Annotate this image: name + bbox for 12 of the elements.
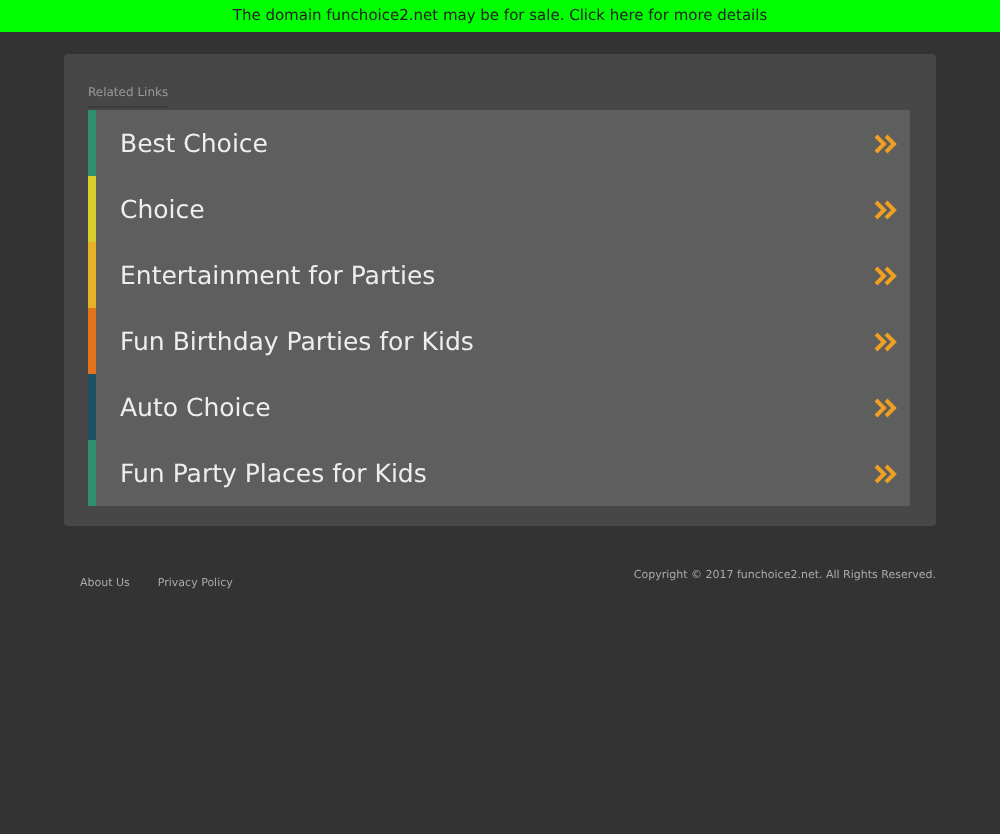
related-link[interactable]: Fun Birthday Parties for Kids	[88, 308, 910, 374]
double-chevron-icon	[874, 331, 898, 351]
related-link[interactable]: Auto Choice	[88, 374, 910, 440]
double-chevron-icon	[874, 463, 898, 483]
double-chevron-icon	[874, 265, 898, 285]
related-link[interactable]: Best Choice	[88, 110, 910, 176]
related-link[interactable]: Entertainment for Parties	[88, 242, 910, 308]
related-link[interactable]: Fun Party Places for Kids	[88, 440, 910, 506]
double-chevron-icon	[874, 133, 898, 153]
double-chevron-icon	[874, 199, 898, 219]
related-link[interactable]: Choice	[88, 176, 910, 242]
double-chevron-icon	[874, 397, 898, 417]
